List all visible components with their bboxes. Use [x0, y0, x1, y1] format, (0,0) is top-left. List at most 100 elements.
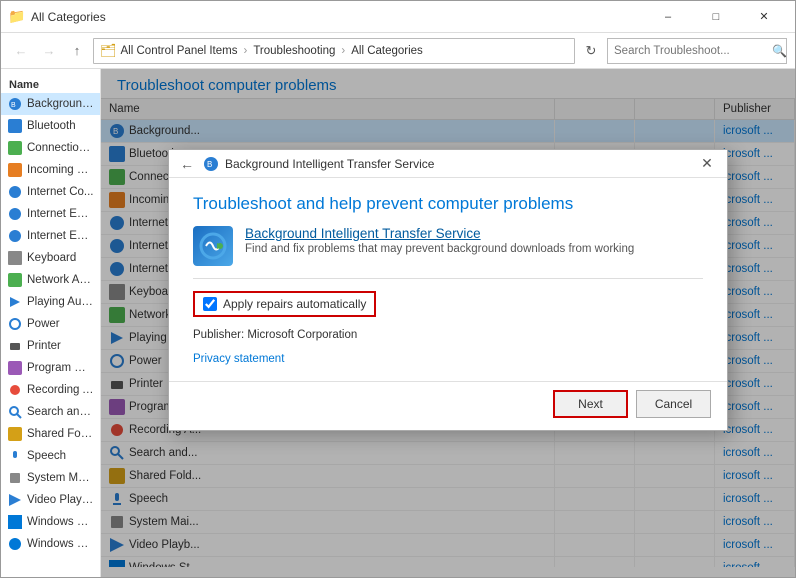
sidebar-item-label-16: Speech: [27, 450, 66, 462]
modal-divider: [193, 278, 703, 279]
sidebar-item-label-12: Program Co...: [27, 362, 94, 374]
window-close-button[interactable]: ✕: [741, 1, 787, 33]
svg-text:B: B: [207, 160, 212, 169]
sidebar-windows-update-icon: [7, 536, 23, 552]
sidebar-item-label-10: Power: [27, 318, 60, 330]
minimize-button[interactable]: –: [645, 1, 691, 33]
publisher-row: Publisher: Microsoft Corporation: [193, 329, 703, 341]
sidebar-item-internet-exp2[interactable]: Internet Exp...: [1, 225, 100, 247]
sidebar-item-keyboard[interactable]: Keyboard: [1, 247, 100, 269]
publisher-name: Microsoft Corporation: [247, 329, 357, 341]
sidebar-item-playing[interactable]: Playing Aud...: [1, 291, 100, 313]
refresh-button[interactable]: ↻: [579, 39, 603, 63]
svg-text:B: B: [11, 102, 16, 109]
sidebar-header: Name: [1, 73, 100, 93]
service-details: Background Intelligent Transfer Service …: [245, 226, 634, 255]
address-sep1: ›: [243, 45, 247, 57]
sidebar-item-label-7: Keyboard: [27, 252, 76, 264]
modal-title: Background Intelligent Transfer Service: [225, 157, 689, 171]
back-button[interactable]: ←: [9, 39, 33, 63]
address-box[interactable]: 🗂 All Control Panel Items › Troubleshoot…: [93, 38, 575, 64]
sidebar-item-label-11: Printer: [27, 340, 61, 352]
privacy-statement-link[interactable]: Privacy statement: [193, 353, 703, 365]
sidebar-item-label-0: Background...: [27, 98, 94, 110]
sidebar-network-icon: [7, 272, 23, 288]
sidebar-item-power[interactable]: Power: [1, 313, 100, 335]
sidebar-windows-st-icon: [7, 514, 23, 530]
search-icon[interactable]: 🔍: [772, 44, 787, 58]
sidebar-speech-icon: [7, 448, 23, 464]
sidebar-video-icon: [7, 492, 23, 508]
sidebar-item-label-14: Search and...: [27, 406, 94, 418]
sidebar-item-label-17: System Mai...: [27, 472, 94, 484]
sidebar-item-label-4: Internet Co...: [27, 186, 93, 198]
sidebar-item-label-9: Playing Aud...: [27, 296, 94, 308]
sidebar-item-program[interactable]: Program Co...: [1, 357, 100, 379]
service-info-row: Background Intelligent Transfer Service …: [193, 226, 703, 266]
modal-titlebar: ← B Background Intelligent Transfer Serv…: [169, 150, 727, 178]
sidebar-item-system[interactable]: System Mai...: [1, 467, 100, 489]
sidebar-item-incoming[interactable]: Incoming C...: [1, 159, 100, 181]
sidebar-item-video[interactable]: Video Playb...: [1, 489, 100, 511]
search-input[interactable]: [614, 45, 768, 57]
auto-repair-checkbox-row: Apply repairs automatically: [193, 291, 376, 317]
sidebar-item-label-2: Connection...: [27, 142, 94, 154]
sidebar-background-icon: B: [7, 96, 23, 112]
address-path-part2: Troubleshooting: [253, 45, 335, 57]
modal-dialog: ← B Background Intelligent Transfer Serv…: [168, 149, 728, 431]
sidebar-recording-icon: [7, 382, 23, 398]
sidebar-item-internet-exp1[interactable]: Internet Exp...: [1, 203, 100, 225]
sidebar-item-connections[interactable]: Connection...: [1, 137, 100, 159]
service-icon: [193, 226, 233, 266]
sidebar-item-internet-co[interactable]: Internet Co...: [1, 181, 100, 203]
sidebar-internet-exp1-icon: [7, 206, 23, 222]
modal-body: Troubleshoot and help prevent computer p…: [169, 178, 727, 381]
publisher-label: Publisher:: [193, 329, 244, 341]
modal-title-icon: B: [203, 156, 219, 172]
address-bar: ← → ↑ 🗂 All Control Panel Items › Troubl…: [1, 33, 795, 69]
sidebar-internet-exp2-icon: [7, 228, 23, 244]
sidebar-item-search[interactable]: Search and...: [1, 401, 100, 423]
service-description: Find and fix problems that may prevent b…: [245, 243, 634, 255]
up-button[interactable]: ↑: [65, 39, 89, 63]
sidebar-item-label-3: Incoming C...: [27, 164, 94, 176]
sidebar-connections-icon: [7, 140, 23, 156]
modal-back-button[interactable]: ←: [177, 154, 197, 174]
address-path-part1: All Control Panel Items: [121, 45, 238, 57]
sidebar-item-windows-update[interactable]: Windows Update: [1, 533, 100, 555]
auto-repair-label[interactable]: Apply repairs automatically: [223, 297, 366, 311]
sidebar-printer-icon: [7, 338, 23, 354]
sidebar-power-icon: [7, 316, 23, 332]
sidebar-search-icon: [7, 404, 23, 420]
sidebar-item-background[interactable]: B Background...: [1, 93, 100, 115]
window-controls: – □ ✕: [645, 1, 787, 33]
auto-repair-checkbox[interactable]: [203, 297, 217, 311]
sidebar-item-label-1: Bluetooth: [27, 120, 76, 132]
sidebar-item-recording[interactable]: Recording A...: [1, 379, 100, 401]
modal-footer: Next Cancel: [169, 381, 727, 430]
cancel-button[interactable]: Cancel: [636, 390, 711, 418]
search-box[interactable]: 🔍: [607, 38, 787, 64]
sidebar-item-network[interactable]: Network Ac...: [1, 269, 100, 291]
sidebar-item-bluetooth[interactable]: Bluetooth: [1, 115, 100, 137]
next-button[interactable]: Next: [553, 390, 628, 418]
window-title: All Categories: [31, 10, 645, 24]
sidebar-keyboard-icon: [7, 250, 23, 266]
sidebar-bluetooth-icon: [7, 118, 23, 134]
sidebar-item-speech[interactable]: Speech: [1, 445, 100, 467]
sidebar-item-label-15: Shared Fold...: [27, 428, 94, 440]
maximize-button[interactable]: □: [693, 1, 739, 33]
service-name[interactable]: Background Intelligent Transfer Service: [245, 226, 634, 241]
sidebar-item-label-18: Video Playb...: [27, 494, 94, 506]
folder-icon: 🗂: [100, 43, 117, 59]
title-bar: 📁 All Categories – □ ✕: [1, 1, 795, 33]
sidebar-item-label-8: Network Ac...: [27, 274, 94, 286]
main-content: Troubleshoot computer problems Name Publ…: [101, 69, 795, 577]
sidebar-item-windows-st[interactable]: Windows St...: [1, 511, 100, 533]
sidebar-item-label-20: Windows Update: [27, 538, 94, 550]
sidebar-item-label-5: Internet Exp...: [27, 208, 94, 220]
sidebar-item-printer[interactable]: Printer: [1, 335, 100, 357]
forward-button[interactable]: →: [37, 39, 61, 63]
sidebar-item-shared[interactable]: Shared Fold...: [1, 423, 100, 445]
modal-close-button[interactable]: ✕: [695, 152, 719, 176]
